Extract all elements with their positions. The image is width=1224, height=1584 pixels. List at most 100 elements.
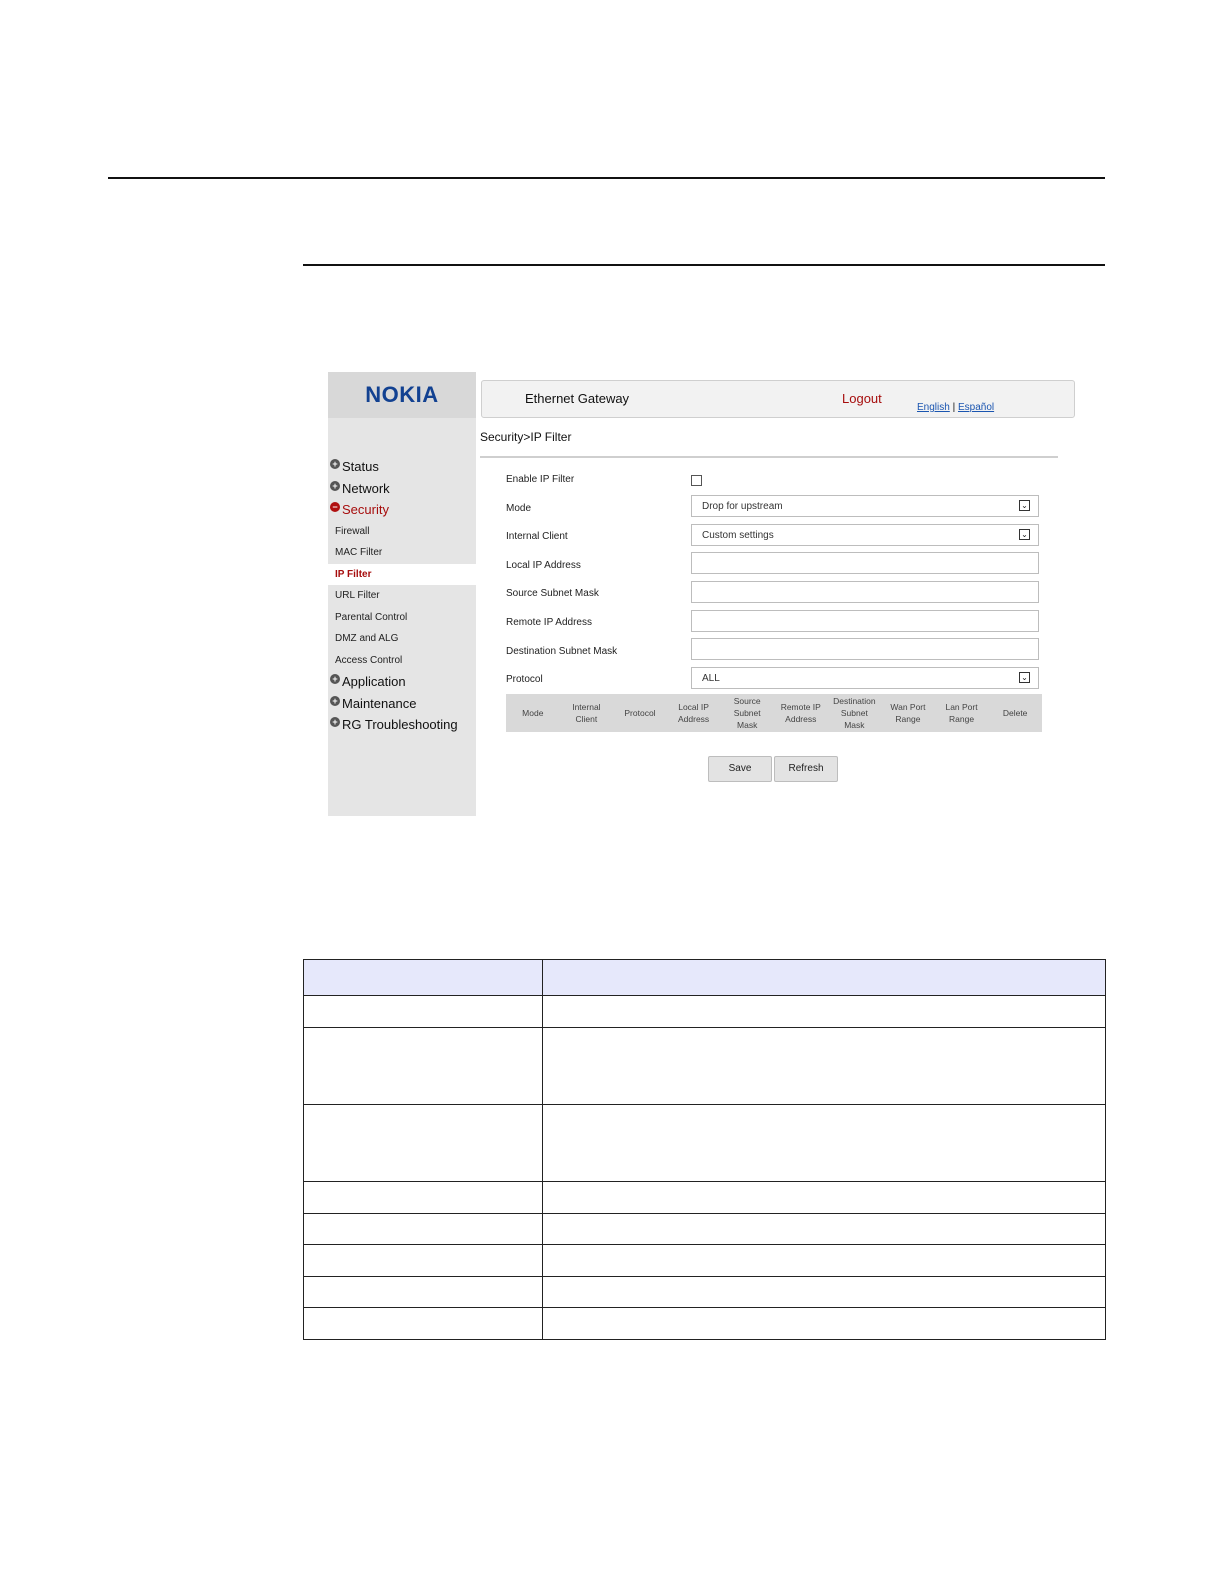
sidebar-item-mac-filter[interactable]: MAC Filter — [328, 542, 476, 564]
table-cell — [303, 1181, 543, 1214]
table-cell — [542, 1027, 1106, 1105]
table-row — [303, 1181, 1106, 1214]
header-bar: Ethernet Gateway Logout English | Españo… — [481, 380, 1075, 418]
enable-ip-filter-label: Enable IP Filter — [506, 474, 575, 485]
column-header: Local IP Address — [677, 702, 710, 724]
sidebar-item-rg-troubleshooting[interactable]: + RG Troubleshooting — [328, 714, 476, 736]
table-cell — [303, 959, 543, 996]
language-switcher: English | Español — [917, 402, 994, 413]
sidebar-item-label: RG Troubleshooting — [342, 717, 458, 732]
table-cell — [542, 995, 1106, 1028]
destination-subnet-mask-input[interactable] — [691, 638, 1039, 660]
nokia-logo: NOKIA — [365, 382, 439, 407]
chevron-down-icon: ⌄ — [1019, 672, 1030, 683]
table-row — [303, 1244, 1106, 1277]
column-header: Source Subnet Mask — [733, 696, 761, 730]
rules-table-header: Mode Internal Client Protocol Local IP A… — [506, 694, 1042, 732]
remote-ip-input[interactable] — [691, 610, 1039, 632]
table-cell — [303, 1276, 543, 1308]
column-header: Wan Port Range — [890, 702, 926, 724]
table-cell — [303, 1213, 543, 1245]
sidebar-item-status[interactable]: + Status — [328, 456, 476, 478]
local-ip-label: Local IP Address — [506, 560, 581, 571]
mode-label: Mode — [506, 503, 532, 514]
table-row — [303, 995, 1106, 1028]
sidebar-item-application[interactable]: + Application — [328, 671, 476, 693]
column-header: Lan Port Range — [945, 702, 978, 724]
parameter-table — [303, 959, 1106, 1340]
chevron-down-icon: ⌄ — [1019, 500, 1030, 511]
column-header: Mode — [522, 708, 544, 718]
table-row — [303, 1213, 1106, 1245]
column-header: Remote IP Address — [780, 702, 821, 724]
enable-ip-filter-checkbox[interactable] — [691, 475, 702, 486]
sidebar-item-url-filter[interactable]: URL Filter — [328, 585, 476, 607]
table-row — [303, 1104, 1106, 1182]
table-cell — [542, 1104, 1106, 1182]
sidebar-item-maintenance[interactable]: + Maintenance — [328, 693, 476, 715]
plus-icon: + — [330, 717, 340, 727]
table-header-row — [303, 959, 1106, 996]
table-row — [303, 1027, 1106, 1105]
breadcrumb-divider — [480, 456, 1058, 458]
protocol-value: ALL — [702, 673, 720, 684]
destination-subnet-mask-label: Destination Subnet Mask — [506, 646, 618, 657]
internal-client-label: Internal Client — [506, 531, 568, 542]
internal-client-value: Custom settings — [702, 530, 774, 541]
espanol-link[interactable]: Español — [958, 402, 994, 413]
internal-client-select[interactable]: Custom settings ⌄ — [691, 524, 1039, 546]
source-subnet-mask-label: Source Subnet Mask — [506, 588, 599, 599]
sidebar-item-label: Network — [342, 480, 390, 496]
section-rule — [303, 264, 1105, 266]
column-header: Delete — [1002, 708, 1028, 718]
table-cell — [542, 1276, 1106, 1308]
sidebar-item-parental-control[interactable]: Parental Control — [328, 607, 476, 629]
sidebar-item-access-control[interactable]: Access Control — [328, 650, 476, 672]
column-header: Protocol — [624, 708, 656, 718]
protocol-select[interactable]: ALL ⌄ — [691, 667, 1039, 689]
table-row — [303, 1307, 1106, 1340]
breadcrumb: Security>IP Filter — [480, 430, 572, 444]
protocol-label: Protocol — [506, 674, 543, 685]
source-subnet-mask-input[interactable] — [691, 581, 1039, 603]
table-cell — [303, 1104, 543, 1182]
language-separator: | — [952, 402, 956, 413]
sidebar-item-security[interactable]: − Security — [328, 499, 476, 521]
table-row — [303, 1276, 1106, 1308]
sidebar-item-label: Application — [342, 674, 406, 689]
sidebar-item-ip-filter[interactable]: IP Filter — [328, 563, 476, 585]
local-ip-input[interactable] — [691, 552, 1039, 574]
ip-filter-screenshot: NOKIA + Status + Network − Security Fire… — [328, 372, 1080, 816]
minus-icon: − — [330, 502, 340, 512]
table-cell — [542, 1244, 1106, 1277]
mode-value: Drop for upstream — [702, 501, 783, 512]
table-cell — [303, 1244, 543, 1277]
sidebar-item-dmz-alg[interactable]: DMZ and ALG — [328, 628, 476, 650]
remote-ip-label: Remote IP Address — [506, 617, 592, 628]
chevron-down-icon: ⌄ — [1019, 529, 1030, 540]
plus-icon: + — [330, 480, 340, 491]
english-link[interactable]: English — [917, 402, 950, 413]
table-cell — [542, 1213, 1106, 1245]
logout-link[interactable]: Logout — [842, 391, 882, 406]
table-cell — [542, 1181, 1106, 1214]
sidebar-item-network[interactable]: + Network — [328, 478, 476, 500]
sidebar-item-label: Maintenance — [342, 695, 417, 711]
plus-icon: + — [330, 695, 340, 706]
save-button[interactable]: Save — [708, 756, 772, 782]
table-cell — [303, 995, 543, 1028]
sidebar-item-firewall[interactable]: Firewall — [328, 521, 476, 543]
column-header: Internal Client — [572, 702, 601, 724]
column-header: Destination Subnet Mask — [833, 696, 876, 730]
app-title: Ethernet Gateway — [525, 391, 630, 406]
table-cell — [542, 959, 1106, 996]
plus-icon: + — [330, 674, 340, 684]
table-cell — [542, 1307, 1106, 1340]
sidebar-nav: + Status + Network − Security Firewall M… — [328, 456, 476, 736]
table-cell — [303, 1307, 543, 1340]
sidebar-item-label: Security — [342, 502, 389, 517]
sidebar: NOKIA + Status + Network − Security Fire… — [328, 372, 476, 816]
sidebar-item-label: Status — [342, 459, 379, 474]
refresh-button[interactable]: Refresh — [774, 756, 838, 782]
mode-select[interactable]: Drop for upstream ⌄ — [691, 495, 1039, 517]
